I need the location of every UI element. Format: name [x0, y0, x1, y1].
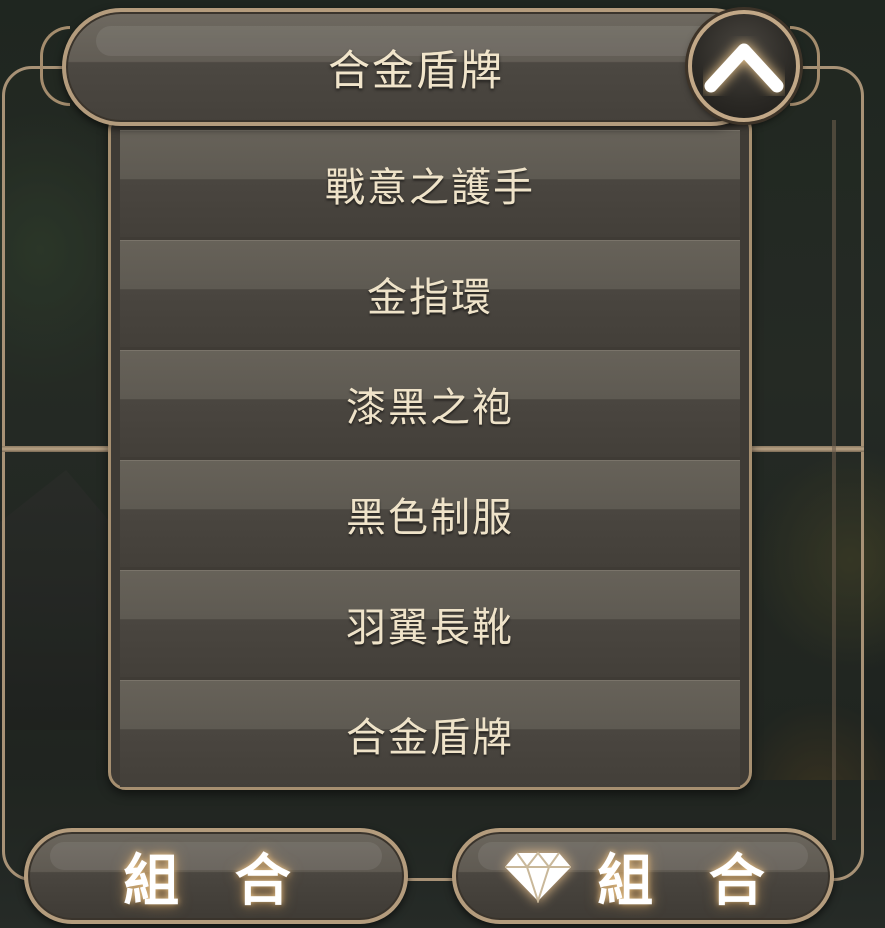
dropdown-item-label: 羽翼長靴 — [346, 605, 514, 651]
dropdown-item-label: 漆黑之袍 — [346, 385, 514, 431]
dropdown-item-label: 黑色制服 — [346, 495, 514, 541]
chevron-up-icon — [704, 43, 784, 93]
diamond-icon — [505, 851, 572, 903]
dropdown-toggle-button[interactable] — [688, 10, 800, 122]
dropdown-item-label: 金指環 — [367, 275, 493, 321]
dropdown-item-label: 戰意之護手 — [325, 165, 535, 211]
dropdown-item[interactable]: 戰意之護手 — [120, 130, 740, 237]
dropdown-list: 戰意之護手 金指環 漆黑之袍 黑色制服 羽翼長靴 合金盾牌 — [120, 130, 740, 787]
dropdown-item[interactable]: 羽翼長靴 — [120, 570, 740, 677]
dropdown-item-label: 合金盾牌 — [346, 715, 514, 761]
dropdown-item[interactable]: 金指環 — [120, 240, 740, 347]
combine-gem-button[interactable]: 組 合 — [452, 828, 834, 924]
selected-item-label: 合金盾牌 — [327, 45, 504, 95]
dropdown-item[interactable]: 漆黑之袍 — [120, 350, 740, 457]
panel-post — [832, 120, 836, 840]
combine-button[interactable]: 組 合 — [24, 828, 408, 924]
dropdown-item[interactable]: 合金盾牌 — [120, 680, 740, 787]
combine-button-label: 組 合 — [123, 848, 309, 914]
dropdown-item[interactable]: 黑色制服 — [120, 460, 740, 567]
combine-gem-button-label: 組 合 — [597, 848, 783, 914]
